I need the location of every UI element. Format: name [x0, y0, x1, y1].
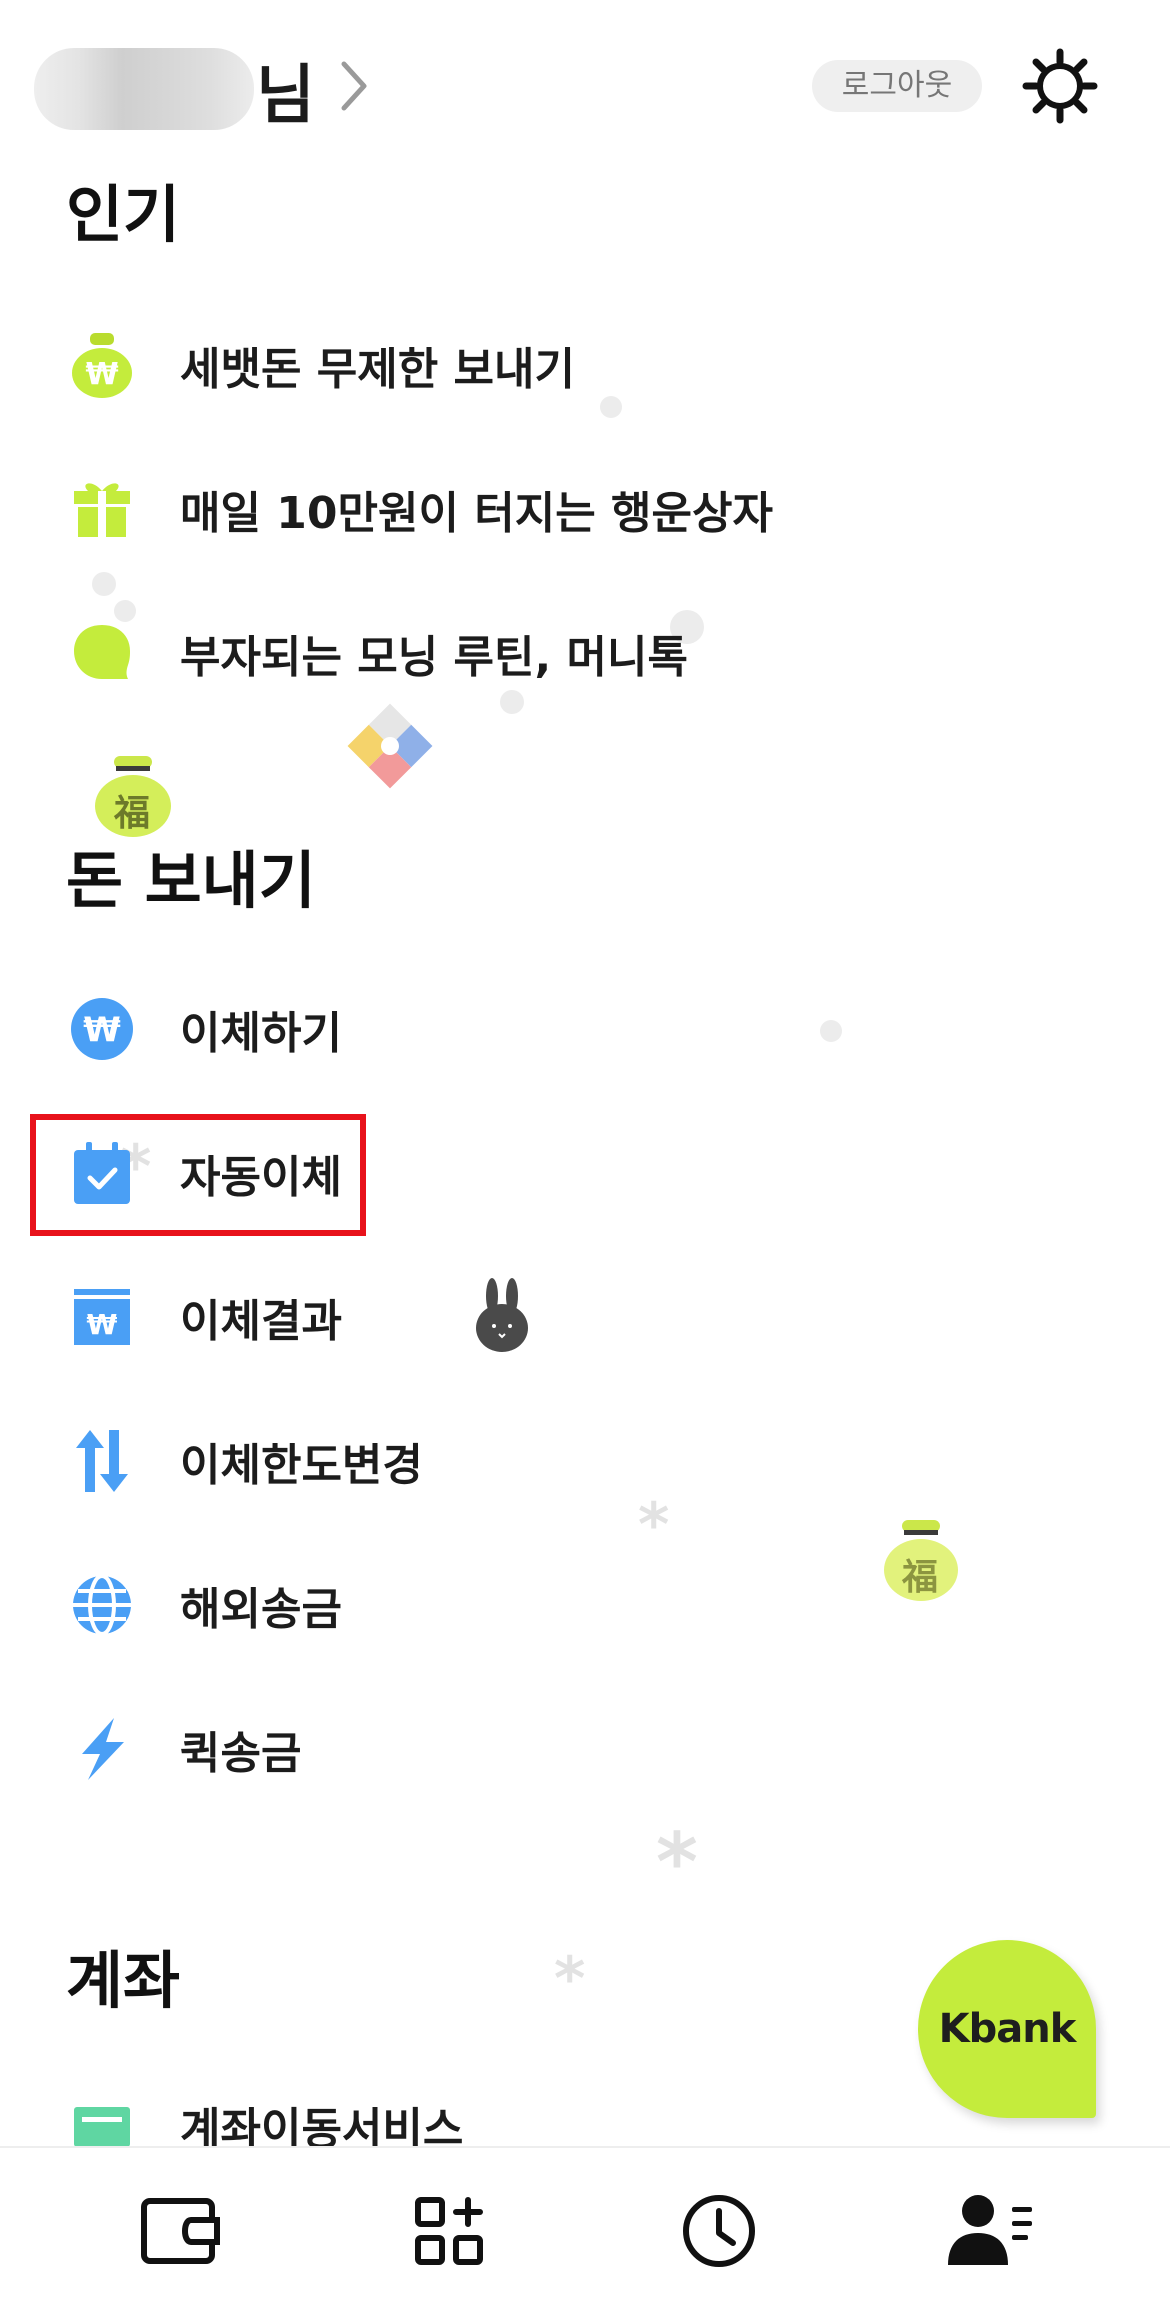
menu-item-transfer-result[interactable]: ₩ 이체결과 [66, 1272, 966, 1362]
nav-history-button[interactable] [674, 2186, 764, 2276]
chevron-right-icon[interactable] [336, 56, 372, 116]
section-title-popular: 인기 [66, 178, 181, 251]
lucky-bag-label: 福 [114, 793, 151, 834]
gear-icon[interactable] [1022, 48, 1098, 124]
apps-add-icon [415, 2197, 483, 2265]
user-name-suffix: 님 [256, 59, 315, 133]
money-bag-icon: ₩ [66, 329, 138, 401]
menu-item-quick-transfer[interactable]: 퀵송금 [66, 1704, 966, 1794]
menu-item-lucky-box[interactable]: 매일 10만원이 터지는 행운상자 [66, 464, 966, 554]
gift-box-icon [66, 473, 138, 545]
svg-text:₩: ₩ [87, 1308, 118, 1341]
menu-item-label: 세뱃돈 무제한 보내기 [180, 344, 575, 395]
menu-item-money-talk[interactable]: 부자되는 모닝 루틴, 머니톡 [66, 608, 966, 698]
blurred-user-name [34, 48, 254, 130]
nav-wallet-button[interactable] [136, 2186, 226, 2276]
menu-item-label: 이체하기 [180, 1008, 342, 1059]
speech-bubble-icon [66, 617, 138, 689]
menu-item-label: 이체한도변경 [180, 1440, 423, 1491]
up-down-arrows-icon [66, 1425, 138, 1497]
lucky-bag-decoration: 福 [92, 754, 174, 838]
wallet-icon [141, 2198, 220, 2264]
kbank-label: Kbank [938, 2006, 1077, 2052]
decor-snowflake: * [656, 1816, 698, 1909]
nav-apps-button[interactable] [404, 2186, 494, 2276]
menu-item-transfer[interactable]: ₩ 이체하기 [66, 984, 966, 1074]
menu-item-label: 퀵송금 [180, 1728, 302, 1779]
menu-item-label: 부자되는 모닝 루틴, 머니톡 [180, 632, 688, 683]
nav-menu-button[interactable] [946, 2186, 1036, 2276]
decor-diamond [347, 703, 433, 789]
menu-item-transfer-limit[interactable]: 이체한도변경 [66, 1416, 966, 1506]
menu-profile-icon [948, 2195, 1032, 2265]
menu-item-label: 해외송금 [180, 1584, 342, 1635]
logout-button[interactable]: 로그아웃 [812, 60, 982, 112]
decor-dot [92, 572, 116, 596]
section-title-account: 계좌 [66, 1944, 181, 2017]
won-coin-icon: ₩ [66, 993, 138, 1065]
menu-item-label: 매일 10만원이 터지는 행운상자 [180, 488, 773, 539]
section-title-send-money: 돈 보내기 [66, 844, 316, 917]
receipt-icon: ₩ [66, 1281, 138, 1353]
menu-item-label: 이체결과 [180, 1296, 342, 1347]
globe-icon [66, 1569, 138, 1641]
kbank-chat-button[interactable]: Kbank [918, 1940, 1096, 2118]
highlight-box [30, 1114, 366, 1236]
bottom-navigation [0, 2146, 1170, 2306]
svg-text:₩: ₩ [83, 1010, 121, 1050]
svg-text:₩: ₩ [85, 357, 118, 392]
menu-item-overseas-remittance[interactable]: 해외송금 [66, 1560, 966, 1650]
lightning-icon [66, 1713, 138, 1785]
clock-icon [683, 2195, 755, 2267]
menu-item-new-year-money[interactable]: ₩ 세뱃돈 무제한 보내기 [66, 320, 966, 410]
decor-snowflake: * [554, 1944, 586, 2014]
